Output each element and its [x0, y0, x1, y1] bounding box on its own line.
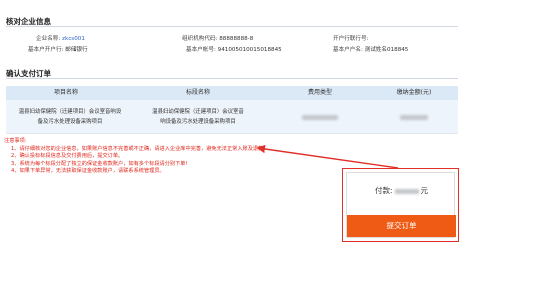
payment-amount-row: 付款: 元	[347, 185, 456, 205]
submit-order-button[interactable]: 提交订单	[347, 215, 456, 237]
payment-amount-redacted	[394, 188, 419, 194]
payment-unit: 元	[420, 186, 429, 195]
payment-label: 付款:	[374, 186, 393, 195]
payment-panel: 付款: 元 提交订单	[346, 172, 456, 238]
annotation-arrow-icon	[256, 144, 399, 169]
